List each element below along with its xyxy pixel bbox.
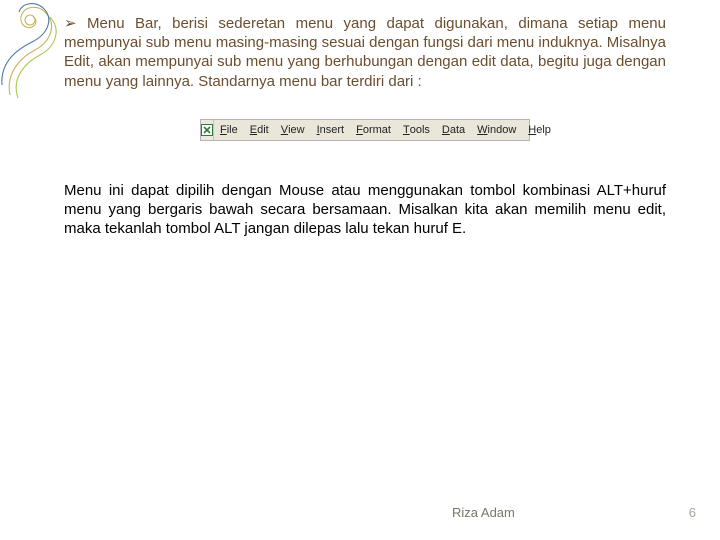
menu-insert[interactable]: Insert (311, 120, 351, 140)
excel-app-icon (201, 120, 214, 140)
menu-help[interactable]: Help (522, 120, 557, 140)
page-number: 6 (689, 505, 696, 520)
menu-view[interactable]: View (275, 120, 311, 140)
menu-file[interactable]: File (214, 120, 244, 140)
bullet-icon: ➢ (64, 15, 77, 32)
menu-window[interactable]: Window (471, 120, 522, 140)
menu-tools[interactable]: Tools (397, 120, 436, 140)
para1-text: Menu Bar, berisi sederetan menu yang dap… (64, 15, 666, 90)
menu-format[interactable]: Format (350, 120, 397, 140)
paragraph-menu-bar-desc: ➢ Menu Bar, berisi sederetan menu yang d… (64, 14, 666, 91)
paragraph-menu-usage: Menu ini dapat dipilih dengan Mouse atau… (64, 181, 666, 239)
excel-menubar: File Edit View Insert Format Tools Data … (200, 119, 530, 141)
menu-data[interactable]: Data (436, 120, 471, 140)
author-name: Riza Adam (452, 505, 515, 520)
menubar-screenshot: File Edit View Insert Format Tools Data … (200, 119, 530, 141)
menu-edit[interactable]: Edit (244, 120, 275, 140)
